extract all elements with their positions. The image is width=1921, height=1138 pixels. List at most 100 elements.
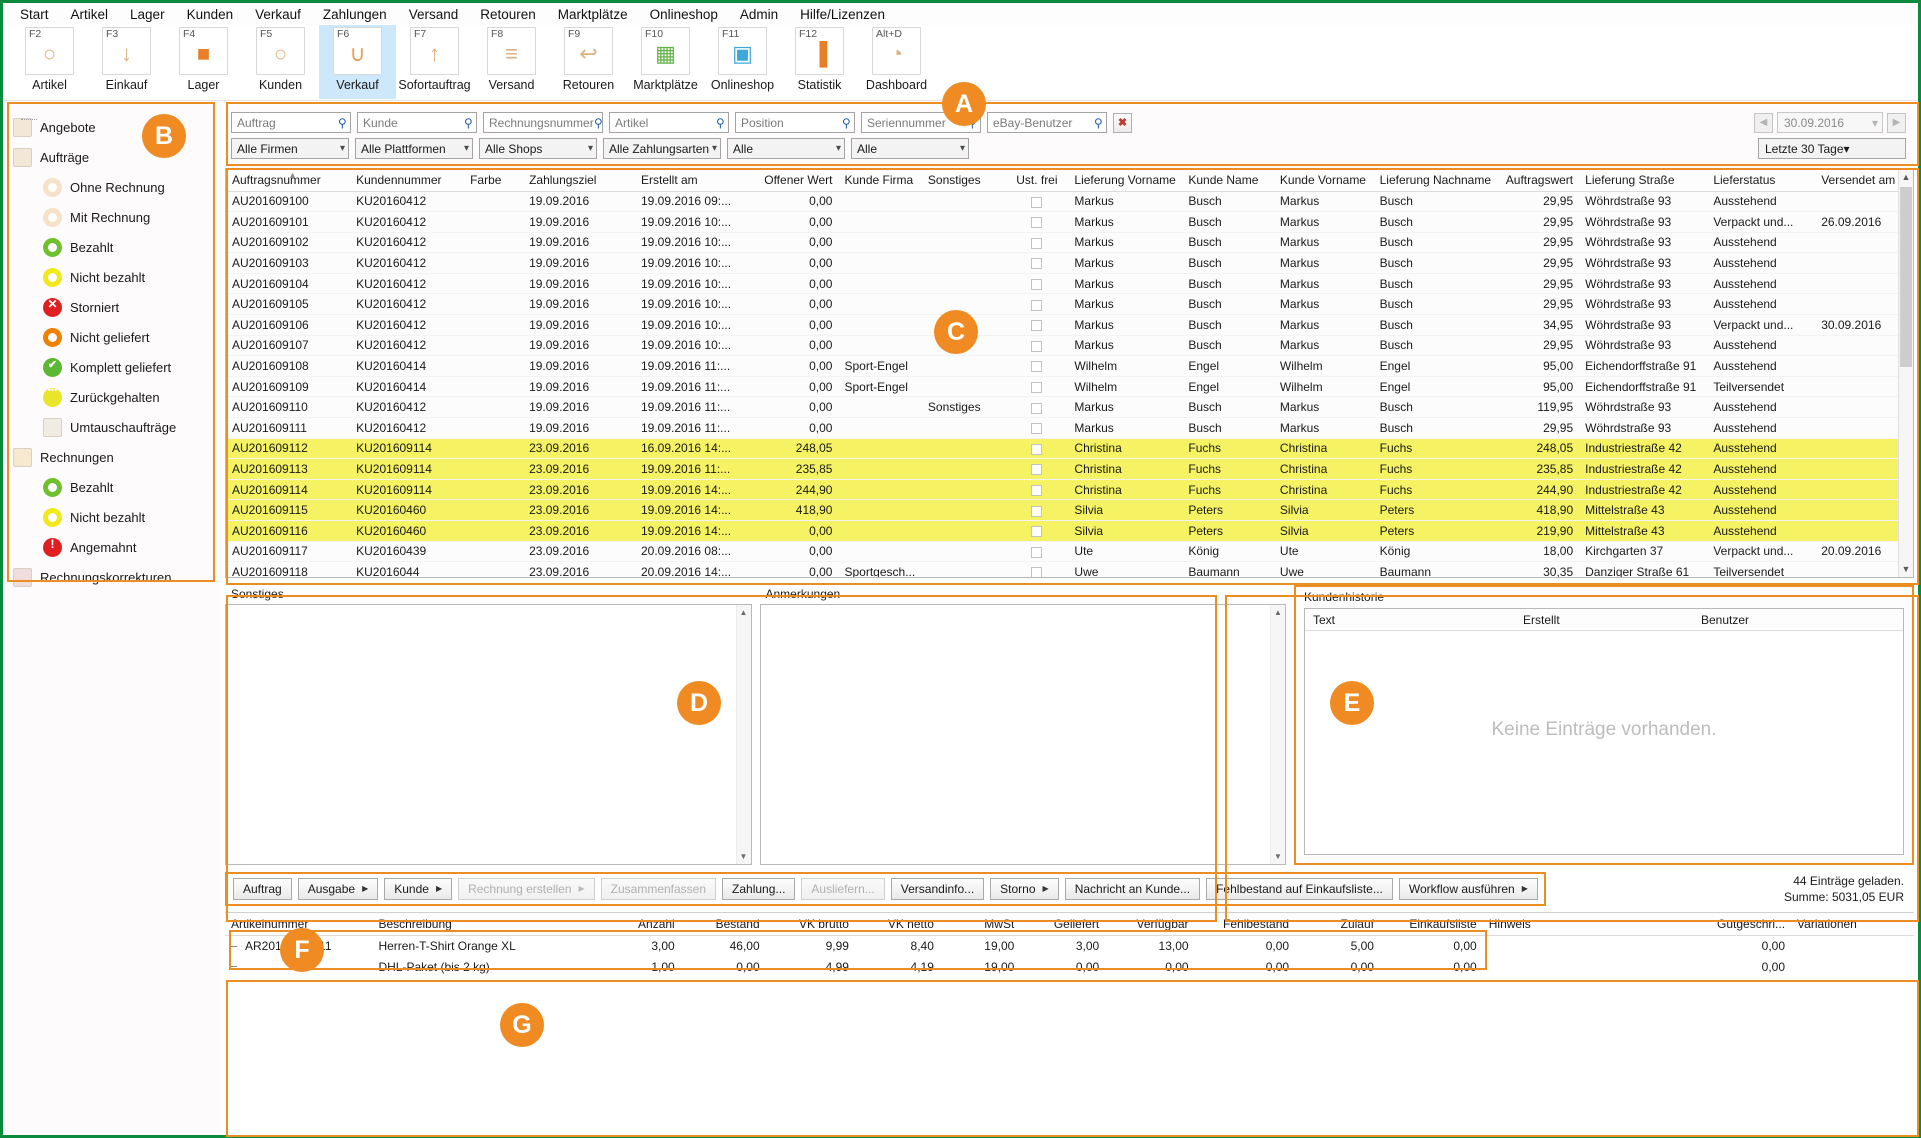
table-row[interactable]: AU201609101 KU20160412 19.09.2016 19.09.201… xyxy=(226,211,1913,233)
action-button-nachricht-an-kunde[interactable]: Nachricht an Kunde... xyxy=(1064,878,1201,900)
menu-item-verkauf[interactable]: Verkauf xyxy=(244,5,312,24)
search-input-position[interactable]: Position ⚲ xyxy=(735,112,855,133)
positions-column-verfügbar[interactable]: Verfügbar xyxy=(1105,913,1195,936)
positions-column-gutgeschri[interactable]: Gutgeschri... xyxy=(1683,913,1792,936)
sidebar-item-angebote[interactable]: Angebote xyxy=(7,112,221,142)
table-row[interactable]: AU201609104 KU20160412 19.09.2016 19.09.201… xyxy=(226,273,1913,295)
menu-item-retouren[interactable]: Retouren xyxy=(469,5,547,24)
column-header-auftragswert[interactable]: Auftragswert xyxy=(1495,169,1580,192)
column-header-lieferstatus[interactable]: Lieferstatus xyxy=(1707,169,1816,192)
scrollbar-thumb[interactable] xyxy=(1900,187,1912,367)
action-button-fehlbestand-auf-einkaufsliste[interactable]: Fehlbestand auf Einkaufsliste... xyxy=(1206,878,1393,900)
menu-item-hilfe-lizenzen[interactable]: Hilfe/Lizenzen xyxy=(789,5,896,24)
sidebar-item-rechnungen[interactable]: Rechnungen xyxy=(7,442,221,472)
ribbon-button-artikel[interactable]: F2 ○ Artikel xyxy=(11,25,88,99)
column-header-zahlungsziel[interactable]: Zahlungsziel xyxy=(523,169,635,192)
table-row[interactable]: AU201609111 KU20160412 19.09.2016 19.09.201… xyxy=(226,417,1913,439)
scroll-down-icon[interactable]: ▼ xyxy=(1271,849,1285,864)
sidebar-item-ohne-rechnung[interactable]: Ohne Rechnung xyxy=(7,119,221,202)
action-button-auftrag[interactable]: Auftrag xyxy=(233,878,292,900)
column-header-kunde_vorname[interactable]: Kunde Vorname xyxy=(1273,169,1374,192)
search-input-auftrag[interactable]: Auftrag ⚲ xyxy=(231,112,351,133)
positions-column-einkaufsliste[interactable]: Einkaufsliste xyxy=(1379,913,1483,936)
ust-frei-checkbox[interactable] xyxy=(1031,381,1043,393)
ust-frei-checkbox[interactable] xyxy=(1031,258,1043,270)
column-header-lieferung_vorname[interactable]: Lieferung Vorname xyxy=(1068,169,1183,192)
sidebar-item-umtauschaufträge[interactable]: Umtauschaufträge xyxy=(7,119,221,442)
ust-frei-checkbox[interactable] xyxy=(1031,237,1043,249)
action-button-kunde[interactable]: Kunde ▶ xyxy=(384,878,453,900)
ust-frei-checkbox[interactable] xyxy=(1031,320,1043,332)
ust-frei-checkbox[interactable] xyxy=(1031,505,1043,517)
positions-row[interactable]: AR2016041-011Herren-T-Shirt Orange XL3,0… xyxy=(225,935,1914,956)
ust-frei-checkbox[interactable] xyxy=(1031,361,1043,373)
sidebar-item-storniert[interactable]: Storniert xyxy=(7,119,221,322)
positions-column-vk-netto[interactable]: VK netto xyxy=(854,913,940,936)
ust-frei-checkbox[interactable] xyxy=(1031,196,1043,208)
sidebar-item-zurückgehalten[interactable]: Zurückgehalten xyxy=(7,119,221,412)
menu-item-kunden[interactable]: Kunden xyxy=(176,5,245,24)
column-header-kunde_name[interactable]: Kunde Name xyxy=(1182,169,1274,192)
sidebar-item-mit-rechnung[interactable]: Mit Rechnung xyxy=(7,119,221,232)
anmerkungen-scrollbar[interactable]: ▲ ▼ xyxy=(1270,605,1285,864)
date-input[interactable]: 30.09.2016 ▾ xyxy=(1777,112,1883,133)
orders-grid-scrollbar[interactable]: ▲ ▼ xyxy=(1898,169,1913,577)
search-input-artikel[interactable]: Artikel ⚲ xyxy=(609,112,729,133)
menu-item-versand[interactable]: Versand xyxy=(398,5,470,24)
menu-item-admin[interactable]: Admin xyxy=(729,5,789,24)
select-status-2[interactable]: Alle ▾ xyxy=(851,138,969,159)
table-row[interactable]: AU201609100 KU20160412 19.09.2016 19.09.201… xyxy=(226,191,1913,213)
ust-frei-checkbox[interactable] xyxy=(1031,279,1043,290)
ust-frei-checkbox[interactable] xyxy=(1031,484,1043,496)
sidebar-item-rechnungskorrekturen[interactable]: Rechnungskorrekturen xyxy=(7,562,221,592)
column-header-farbe[interactable]: Farbe xyxy=(464,169,524,192)
action-button-workflow-ausführen[interactable]: Workflow ausführen ▶ xyxy=(1398,878,1538,900)
column-header-kunde_firma[interactable]: Kunde Firma xyxy=(838,169,922,192)
orders-grid[interactable]: Auftragsnummer ▲ Kundennummer Farbe Zahlungs… xyxy=(225,168,1914,578)
sidebar-item-nicht-bezahlt[interactable]: Nicht bezahlt xyxy=(7,119,221,292)
sidebar-item-nicht-geliefert[interactable]: Nicht geliefert xyxy=(7,119,221,352)
table-row[interactable]: AU201609114 KU201609114 23.09.2016 19.09.20… xyxy=(226,479,1913,501)
order-positions-grid[interactable]: Artikelnummer Beschreibung Anzahl Bestand VK… xyxy=(225,912,1914,1135)
positions-column-hinweis[interactable]: Hinweis xyxy=(1482,913,1684,936)
ust-frei-checkbox[interactable] xyxy=(1031,526,1043,538)
ust-frei-checkbox[interactable] xyxy=(1031,217,1043,229)
table-row[interactable]: AU201609112 KU201609114 23.09.2016 16.09.20… xyxy=(226,438,1913,460)
sonstiges-textarea[interactable]: ▲ ▼ xyxy=(225,604,752,865)
positions-row[interactable]: DHL-Paket (bis 2 kg) 1,00 0,00 4,99 4,19 19,0… xyxy=(225,956,1914,977)
column-header-auftragsnummer[interactable]: Auftragsnummer ▲ xyxy=(226,169,351,192)
sidebar-item-bezahlt[interactable]: Bezahlt xyxy=(7,119,221,262)
positions-column-vk-brutto[interactable]: VK brutto xyxy=(765,913,855,936)
scroll-down-icon[interactable]: ▼ xyxy=(737,849,751,864)
column-header-offener_wert[interactable]: Offener Wert xyxy=(753,169,839,192)
menu-item-zahlungen[interactable]: Zahlungen xyxy=(312,5,398,24)
positions-column-geliefert[interactable]: Geliefert xyxy=(1020,913,1106,936)
positions-column-anzahl[interactable]: Anzahl xyxy=(595,913,681,936)
column-header-ust_frei[interactable]: Ust. frei xyxy=(1005,169,1069,192)
ribbon-button-sofortauftrag[interactable]: F7 ↑ Sofortauftrag xyxy=(396,25,473,99)
scroll-down-icon[interactable]: ▼ xyxy=(1899,561,1913,577)
ribbon-button-retouren[interactable]: F9 ↩ Retouren xyxy=(550,25,627,99)
table-row[interactable]: AU201609117 KU20160439 23.09.2016 20.09.201… xyxy=(226,541,1913,563)
column-header-sonstiges[interactable]: Sonstiges xyxy=(921,169,1006,192)
action-button-storno[interactable]: Storno ▶ xyxy=(990,878,1059,900)
kundenhistorie-grid[interactable]: Text Erstellt Benutzer Keine Einträge vo… xyxy=(1304,608,1904,855)
ribbon-button-verkauf[interactable]: F6 ∪ Verkauf xyxy=(319,25,396,99)
clear-filters-button[interactable]: ✖ xyxy=(1113,112,1132,133)
menu-item-onlineshop[interactable]: Onlineshop xyxy=(639,5,729,24)
table-row[interactable]: AU201609102 KU20160412 19.09.2016 19.09.201… xyxy=(226,232,1913,254)
ust-frei-checkbox[interactable] xyxy=(1031,443,1043,455)
positions-column-mwst[interactable]: MwSt xyxy=(939,913,1021,936)
ribbon-button-marktpl-tze[interactable]: F10 ▦ Marktplätze xyxy=(627,25,704,99)
positions-column-bestand[interactable]: Bestand xyxy=(680,913,766,936)
table-row[interactable]: AU201609105 KU20160412 19.09.2016 19.09.201… xyxy=(226,293,1913,316)
select-firmen[interactable]: Alle Firmen ▾ xyxy=(231,138,349,159)
action-button-ausgabe[interactable]: Ausgabe ▶ xyxy=(297,878,379,900)
positions-column-variationen[interactable]: Variationen xyxy=(1791,913,1914,936)
action-button-versandinfo[interactable]: Versandinfo... xyxy=(890,878,985,900)
ust-frei-checkbox[interactable] xyxy=(1031,567,1043,577)
scroll-up-icon[interactable]: ▲ xyxy=(1899,169,1913,185)
select-shops[interactable]: Alle Shops ▾ xyxy=(479,138,597,159)
column-header-kundennummer[interactable]: Kundennummer xyxy=(350,169,465,192)
anmerkungen-textarea[interactable]: ▲ ▼ xyxy=(759,604,1286,865)
